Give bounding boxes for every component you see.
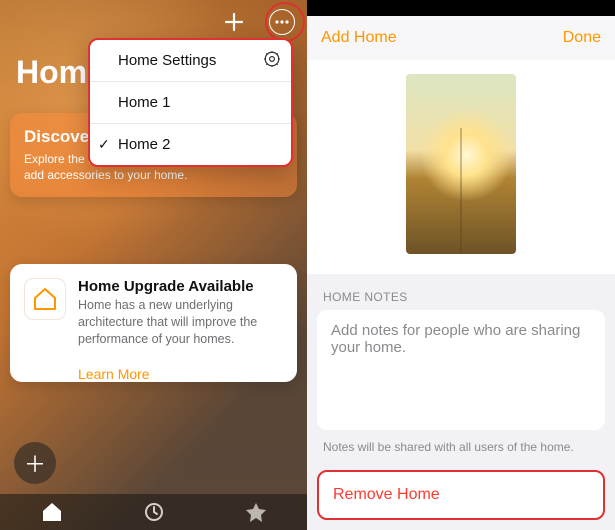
upgrade-title: Home Upgrade Available xyxy=(78,278,283,295)
tab-bar xyxy=(0,494,307,530)
tab-automation[interactable] xyxy=(144,502,164,522)
upgrade-learn-more-link[interactable]: Learn More xyxy=(78,366,283,382)
add-accessory-button[interactable] xyxy=(219,7,249,37)
notes-footer: Notes will be shared with all users of t… xyxy=(307,430,615,470)
ellipsis-icon xyxy=(269,9,295,35)
nav-back-button[interactable]: Add Home xyxy=(321,29,397,47)
section-header-notes: HOME NOTES xyxy=(307,274,615,310)
home-notes-input[interactable]: Add notes for people who are sharing you… xyxy=(317,310,605,430)
menu-item-label: Home Settings xyxy=(118,52,216,69)
menu-item-home-settings[interactable]: Home Settings xyxy=(90,40,291,82)
status-bar xyxy=(307,0,615,16)
more-menu-button[interactable] xyxy=(267,7,297,37)
home-picker-menu: Home Settings Home 1 ✓ Home 2 xyxy=(88,38,293,167)
tab-discover[interactable] xyxy=(245,502,267,522)
home-app-icon xyxy=(24,278,66,320)
menu-item-label: Home 2 xyxy=(118,136,171,153)
home-app-screen: Home Home Settings Home 1 ✓ Home 2 Disco… xyxy=(0,0,307,530)
nav-bar: Add Home Done xyxy=(307,16,615,60)
tab-home[interactable] xyxy=(41,502,63,522)
home-wallpaper-section xyxy=(307,60,615,274)
nav-done-button[interactable]: Done xyxy=(563,29,601,47)
add-fab-button[interactable]: ＋ xyxy=(14,442,56,484)
upgrade-body: Home has a new underlying architecture t… xyxy=(78,297,283,348)
remove-home-button[interactable]: Remove Home xyxy=(317,470,605,520)
menu-item-home-1[interactable]: Home 1 xyxy=(90,82,291,124)
checkmark-icon: ✓ xyxy=(98,136,110,153)
menu-item-label: Home 1 xyxy=(118,94,171,111)
upgrade-card: Home Upgrade Available Home has a new un… xyxy=(10,264,297,382)
menu-item-home-2[interactable]: ✓ Home 2 xyxy=(90,124,291,165)
home-settings-screen: Add Home Done HOME NOTES Add notes for p… xyxy=(307,0,615,530)
gear-icon xyxy=(263,50,281,68)
plus-icon: ＋ xyxy=(24,447,46,479)
home-wallpaper-thumbnail[interactable] xyxy=(406,74,516,254)
